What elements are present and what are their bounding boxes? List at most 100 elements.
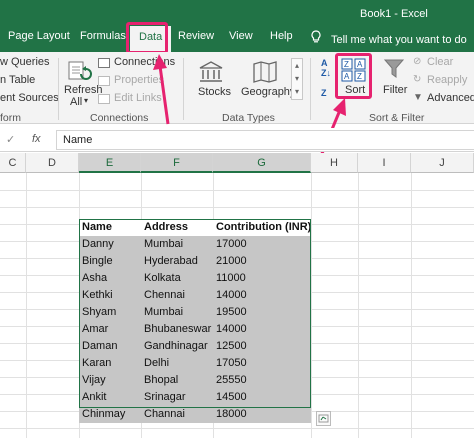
table-row[interactable]: Amar Bhubaneswar 14000 (79, 321, 311, 338)
new-queries-button[interactable]: w Queries (0, 56, 50, 68)
tab-view[interactable]: View (229, 30, 253, 42)
table-row[interactable]: Kethki Chennai 14000 (79, 287, 311, 304)
cell-contribution[interactable]: 14500 (213, 389, 311, 406)
cell-contribution[interactable]: 19500 (213, 304, 311, 321)
cell-contribution[interactable]: 12500 (213, 338, 311, 355)
cell-name[interactable]: Vijay (79, 372, 141, 389)
cell-name[interactable]: Chinmay (79, 406, 141, 423)
table-row[interactable]: Chinmay Channai 18000 (79, 406, 311, 423)
column-header-d[interactable]: D (26, 153, 79, 173)
sort-az-za-icons[interactable]: A Z↓ Z (321, 58, 335, 98)
cell-address[interactable]: Bhopal (141, 372, 213, 389)
cell-address[interactable]: Gandhinagar (141, 338, 213, 355)
cell-name[interactable]: Shyam (79, 304, 141, 321)
formula-input[interactable]: Name (56, 130, 474, 150)
cell-name[interactable]: Danny (79, 236, 141, 253)
tab-review[interactable]: Review (178, 30, 214, 42)
properties-icon (98, 76, 110, 86)
filter-icon[interactable] (383, 58, 405, 80)
grid-vline (26, 173, 27, 438)
column-header-i[interactable]: I (358, 153, 411, 173)
arrow-to-data-tab (153, 54, 170, 125)
cell-address[interactable]: Kolkata (141, 270, 213, 287)
clear-button[interactable]: Clear (427, 56, 453, 68)
stocks-button[interactable]: Stocks (198, 86, 231, 98)
column-header-e[interactable]: E (79, 153, 141, 173)
column-header-j[interactable]: J (411, 153, 474, 173)
table-row[interactable]: Daman Gandhinagar 12500 (79, 338, 311, 355)
advanced-filter-icon: ▼ (413, 92, 423, 103)
enter-check-icon[interactable]: ✓ (6, 133, 15, 146)
tab-page-layout[interactable]: Page Layout (8, 30, 70, 42)
cell-name[interactable]: Asha (79, 270, 141, 287)
tell-me-search[interactable]: Tell me what you want to do (311, 30, 467, 46)
column-header-g[interactable]: G (213, 153, 311, 173)
cell-name[interactable]: Bingle (79, 253, 141, 270)
chevron-down-icon[interactable]: ▾ (84, 96, 88, 105)
formula-bar: ✓ fx Name (0, 128, 474, 152)
table-row[interactable]: Vijay Bhopal 25550 (79, 372, 311, 389)
table-row[interactable]: Bingle Hyderabad 21000 (79, 253, 311, 270)
table-row[interactable]: Ankit Srinagar 14500 (79, 389, 311, 406)
refresh-all-label[interactable]: All (70, 96, 82, 108)
cell-address[interactable]: Mumbai (141, 304, 213, 321)
stocks-icon[interactable] (198, 60, 224, 84)
sort-button-highlight (335, 53, 372, 99)
refresh-label[interactable]: Refresh (64, 84, 103, 96)
column-header-f[interactable]: F (141, 153, 213, 173)
cell-name[interactable]: Daman (79, 338, 141, 355)
data-tab-highlight (126, 22, 168, 54)
cell-address[interactable]: Mumbai (141, 236, 213, 253)
cell-address[interactable]: Delhi (141, 355, 213, 372)
cell-name[interactable]: Karan (79, 355, 141, 372)
cell-contribution[interactable]: 14000 (213, 321, 311, 338)
cell-contribution[interactable]: 14000 (213, 287, 311, 304)
recent-sources-button[interactable]: ent Sources (0, 92, 59, 104)
column-header-h[interactable]: H (311, 153, 358, 173)
cell-address[interactable]: Chennai (141, 287, 213, 304)
cell-address[interactable]: Hyderabad (141, 253, 213, 270)
data-types-scroll[interactable]: ▴ ▾ ▾ (291, 58, 303, 100)
reapply-button[interactable]: Reapply (427, 74, 467, 86)
tab-help[interactable]: Help (270, 30, 293, 42)
geography-icon[interactable] (252, 60, 278, 84)
advanced-button[interactable]: Advanced (427, 92, 474, 104)
cell-contribution[interactable]: 11000 (213, 270, 311, 287)
cell-name[interactable]: Kethki (79, 287, 141, 304)
cell-contribution[interactable]: 18000 (213, 406, 311, 423)
from-table-button[interactable]: n Table (0, 74, 35, 86)
table-row[interactable]: Danny Mumbai 17000 (79, 236, 311, 253)
get-transform-label: form (0, 112, 21, 124)
cell-contribution[interactable]: 25550 (213, 372, 311, 389)
table-header-row[interactable]: Name Address Contribution (INR) (79, 219, 311, 236)
cell-name[interactable]: Amar (79, 321, 141, 338)
window-title: Book1 - Excel (360, 8, 428, 20)
geography-button[interactable]: Geography (241, 86, 295, 98)
cell-address[interactable]: Bhubaneswar (141, 321, 213, 338)
header-name[interactable]: Name (79, 219, 141, 236)
cell-name[interactable]: Ankit (79, 389, 141, 406)
reapply-icon: ↻ (413, 74, 422, 85)
cell-contribution[interactable]: 17050 (213, 355, 311, 372)
grid-vline (358, 173, 359, 438)
cell-address[interactable]: Channai (141, 406, 213, 423)
table-row[interactable]: Shyam Mumbai 19500 (79, 304, 311, 321)
table-row[interactable]: Asha Kolkata 11000 (79, 270, 311, 287)
cell-address[interactable]: Srinagar (141, 389, 213, 406)
ribbon-separator (183, 58, 184, 120)
ribbon-separator (310, 58, 311, 120)
cell-contribution[interactable]: 21000 (213, 253, 311, 270)
table-row[interactable]: Karan Delhi 17050 (79, 355, 311, 372)
insert-function-button[interactable]: fx (32, 133, 41, 145)
grid-hline (0, 190, 474, 191)
tell-me-text: Tell me what you want to do (331, 34, 467, 46)
quick-analysis-icon[interactable] (316, 411, 331, 426)
header-address[interactable]: Address (141, 219, 213, 236)
refresh-all-icon[interactable] (66, 58, 92, 84)
grid-hline (0, 428, 474, 429)
filter-button[interactable]: Filter (383, 84, 407, 96)
column-header-c[interactable]: C (0, 153, 26, 173)
header-contribution[interactable]: Contribution (INR) (213, 219, 311, 236)
cell-contribution[interactable]: 17000 (213, 236, 311, 253)
tab-formulas[interactable]: Formulas (80, 30, 126, 42)
